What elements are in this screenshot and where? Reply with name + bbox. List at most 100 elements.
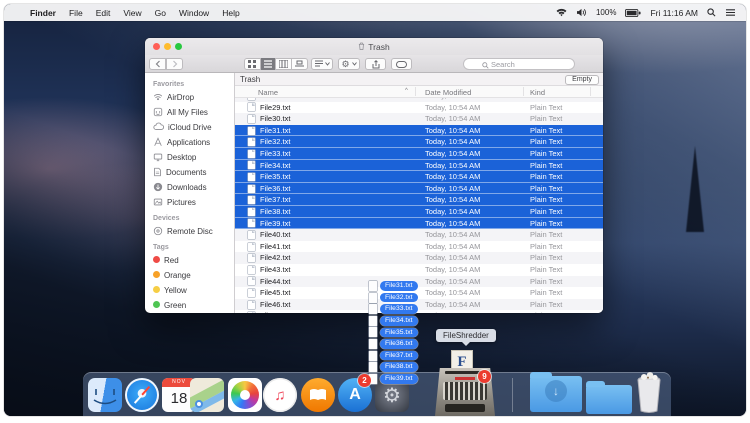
column-date-modified[interactable]: Date Modified [425, 88, 471, 97]
back-button[interactable] [149, 58, 166, 70]
share-button[interactable] [365, 58, 386, 70]
tags-button[interactable] [391, 58, 412, 70]
sidebar-item-yellow[interactable]: Yellow [153, 283, 234, 298]
file-name: File31.txt [260, 125, 290, 137]
file-row-File45[interactable]: File45.txtToday, 10:54 AMPlain Text [235, 287, 603, 299]
file-icon [369, 362, 377, 372]
file-row-File36[interactable]: File36.txtToday, 10:54 AMPlain Text [235, 183, 603, 195]
wifi-icon[interactable] [556, 8, 567, 17]
file-row-File44[interactable]: File44.txtToday, 10:54 AMPlain Text [235, 276, 603, 288]
file-row-File31[interactable]: File31.txtToday, 10:54 AMPlain Text [235, 125, 603, 137]
column-view-button[interactable] [276, 58, 292, 70]
menu-file[interactable]: File [69, 8, 83, 18]
pictures-icon [153, 197, 163, 209]
dock-folder-icon[interactable] [586, 380, 632, 414]
file-kind: Plain Text [530, 148, 562, 160]
dock-finder-icon[interactable] [88, 378, 122, 412]
menu-edit[interactable]: Edit [96, 8, 111, 18]
file-name: File38.txt [260, 206, 290, 218]
file-row-File38[interactable]: File38.txtToday, 10:54 AMPlain Text [235, 206, 603, 218]
file-row-File41[interactable]: File41.txtToday, 10:54 AMPlain Text [235, 241, 603, 253]
sidebar-item-desktop[interactable]: Desktop [153, 150, 234, 165]
allfiles-icon [153, 107, 163, 119]
volume-icon[interactable] [576, 8, 587, 17]
coverflow-view-button[interactable] [292, 58, 307, 70]
sidebar-item-pictures[interactable]: Pictures [153, 195, 234, 210]
file-row-File34[interactable]: File34.txtToday, 10:54 AMPlain Text [235, 160, 603, 172]
list-view-button[interactable] [261, 58, 277, 70]
dock-fileshredder-icon[interactable]: F [433, 350, 497, 416]
file-row-File37[interactable]: File37.txtToday, 10:54 AMPlain Text [235, 194, 603, 206]
file-row-File39[interactable]: File39.txtToday, 10:54 AMPlain Text [235, 218, 603, 230]
sidebar-item-red[interactable]: Red [153, 253, 234, 268]
menu-finder[interactable]: Finder [30, 8, 56, 18]
file-icon [248, 150, 255, 158]
search-input[interactable]: Search [463, 58, 575, 70]
empty-trash-button[interactable]: Empty [565, 75, 599, 85]
dock-maps-icon[interactable] [190, 378, 224, 412]
file-row-File29[interactable]: File29.txtToday, 10:54 AMPlain Text [235, 102, 603, 114]
sidebar-item-orange[interactable]: Orange [153, 268, 234, 283]
dock-separator [512, 378, 513, 412]
file-row-File35[interactable]: File35.txtToday, 10:54 AMPlain Text [235, 171, 603, 183]
battery-icon [625, 9, 641, 17]
file-row-File43[interactable]: File43.txtToday, 10:54 AMPlain Text [235, 264, 603, 276]
column-name[interactable]: Name [258, 88, 278, 97]
file-row-File40[interactable]: File40.txtToday, 10:54 AMPlain Text [235, 229, 603, 241]
file-row-File42[interactable]: File42.txtToday, 10:54 AMPlain Text [235, 252, 603, 264]
file-date: Today, 10:54 AM [425, 194, 480, 206]
dock-photos-icon[interactable] [228, 378, 262, 412]
arrange-menu-button[interactable] [311, 58, 333, 70]
sidebar-item-documents[interactable]: Documents [153, 165, 234, 180]
sidebar-item-remote-disc[interactable]: Remote Disc [153, 224, 234, 239]
file-row-File33[interactable]: File33.txtToday, 10:54 AMPlain Text [235, 148, 603, 160]
menu-window[interactable]: Window [179, 8, 209, 18]
file-row-File47[interactable]: File47.txtToday, 10:54 AMPlain Text [235, 310, 603, 313]
menu-view[interactable]: View [123, 8, 141, 18]
sidebar-item-all-my-files[interactable]: All My Files [153, 105, 234, 120]
sidebar-item-green[interactable]: Green [153, 298, 234, 313]
drag-ghost-File31: File31.txt [369, 281, 418, 291]
drag-ghost-File33: File33.txt [369, 304, 418, 314]
sidebar-item-downloads[interactable]: Downloads [153, 180, 234, 195]
drag-filename-pill: File33.txt [380, 304, 418, 314]
dock-itunes-icon[interactable]: ♫ [263, 378, 297, 412]
dock-safari-icon[interactable] [125, 378, 159, 412]
file-kind: Plain Text [530, 102, 562, 114]
sidebar-item-airdrop[interactable]: AirDrop [153, 90, 234, 105]
spotlight-search-icon[interactable] [707, 8, 716, 17]
sidebar-item-applications[interactable]: Applications [153, 135, 234, 150]
file-icon [369, 339, 377, 349]
sidebar-item-icloud-drive[interactable]: iCloud Drive [153, 120, 234, 135]
menu-go[interactable]: Go [155, 8, 166, 18]
column-kind[interactable]: Kind [530, 88, 545, 97]
airdrop-icon [153, 92, 163, 104]
file-kind: Plain Text [530, 218, 562, 230]
forward-button[interactable] [166, 58, 183, 70]
menu-clock[interactable]: Fri 11:16 AM [650, 8, 698, 18]
tag-dot-icon [153, 301, 160, 310]
file-row-File32[interactable]: File32.txtToday, 10:54 AMPlain Text [235, 136, 603, 148]
remotedisc-icon [153, 226, 163, 238]
file-row-File30[interactable]: File30.txtToday, 10:54 AMPlain Text [235, 113, 603, 125]
desktop: FinderFileEditViewGoWindowHelp 100% Fri … [4, 4, 746, 416]
dock-ibooks-icon[interactable] [301, 378, 335, 412]
file-row-File46[interactable]: File46.txtToday, 10:54 AMPlain Text [235, 299, 603, 311]
action-gear-button[interactable]: ⚙ [338, 58, 360, 70]
sidebar-item-label: Applications [167, 138, 210, 147]
notification-center-icon[interactable] [725, 8, 736, 17]
file-name: File36.txt [260, 183, 290, 195]
file-icon [248, 301, 255, 309]
search-placeholder: Search [491, 60, 515, 69]
icon-view-button[interactable] [245, 58, 261, 70]
dock-trash-icon[interactable] [633, 370, 665, 414]
file-icon [248, 196, 255, 204]
fileshredder-tooltip: FileShredder [436, 329, 496, 342]
file-date: Today, 10:54 AM [425, 287, 480, 299]
view-mode-segment[interactable] [244, 58, 308, 70]
dock-downloads-icon[interactable]: ↓ [530, 369, 582, 412]
tag-dot-icon [153, 286, 160, 295]
window-titlebar[interactable]: Trash [145, 38, 603, 55]
menu-help[interactable]: Help [222, 8, 239, 18]
file-icon [248, 243, 255, 251]
